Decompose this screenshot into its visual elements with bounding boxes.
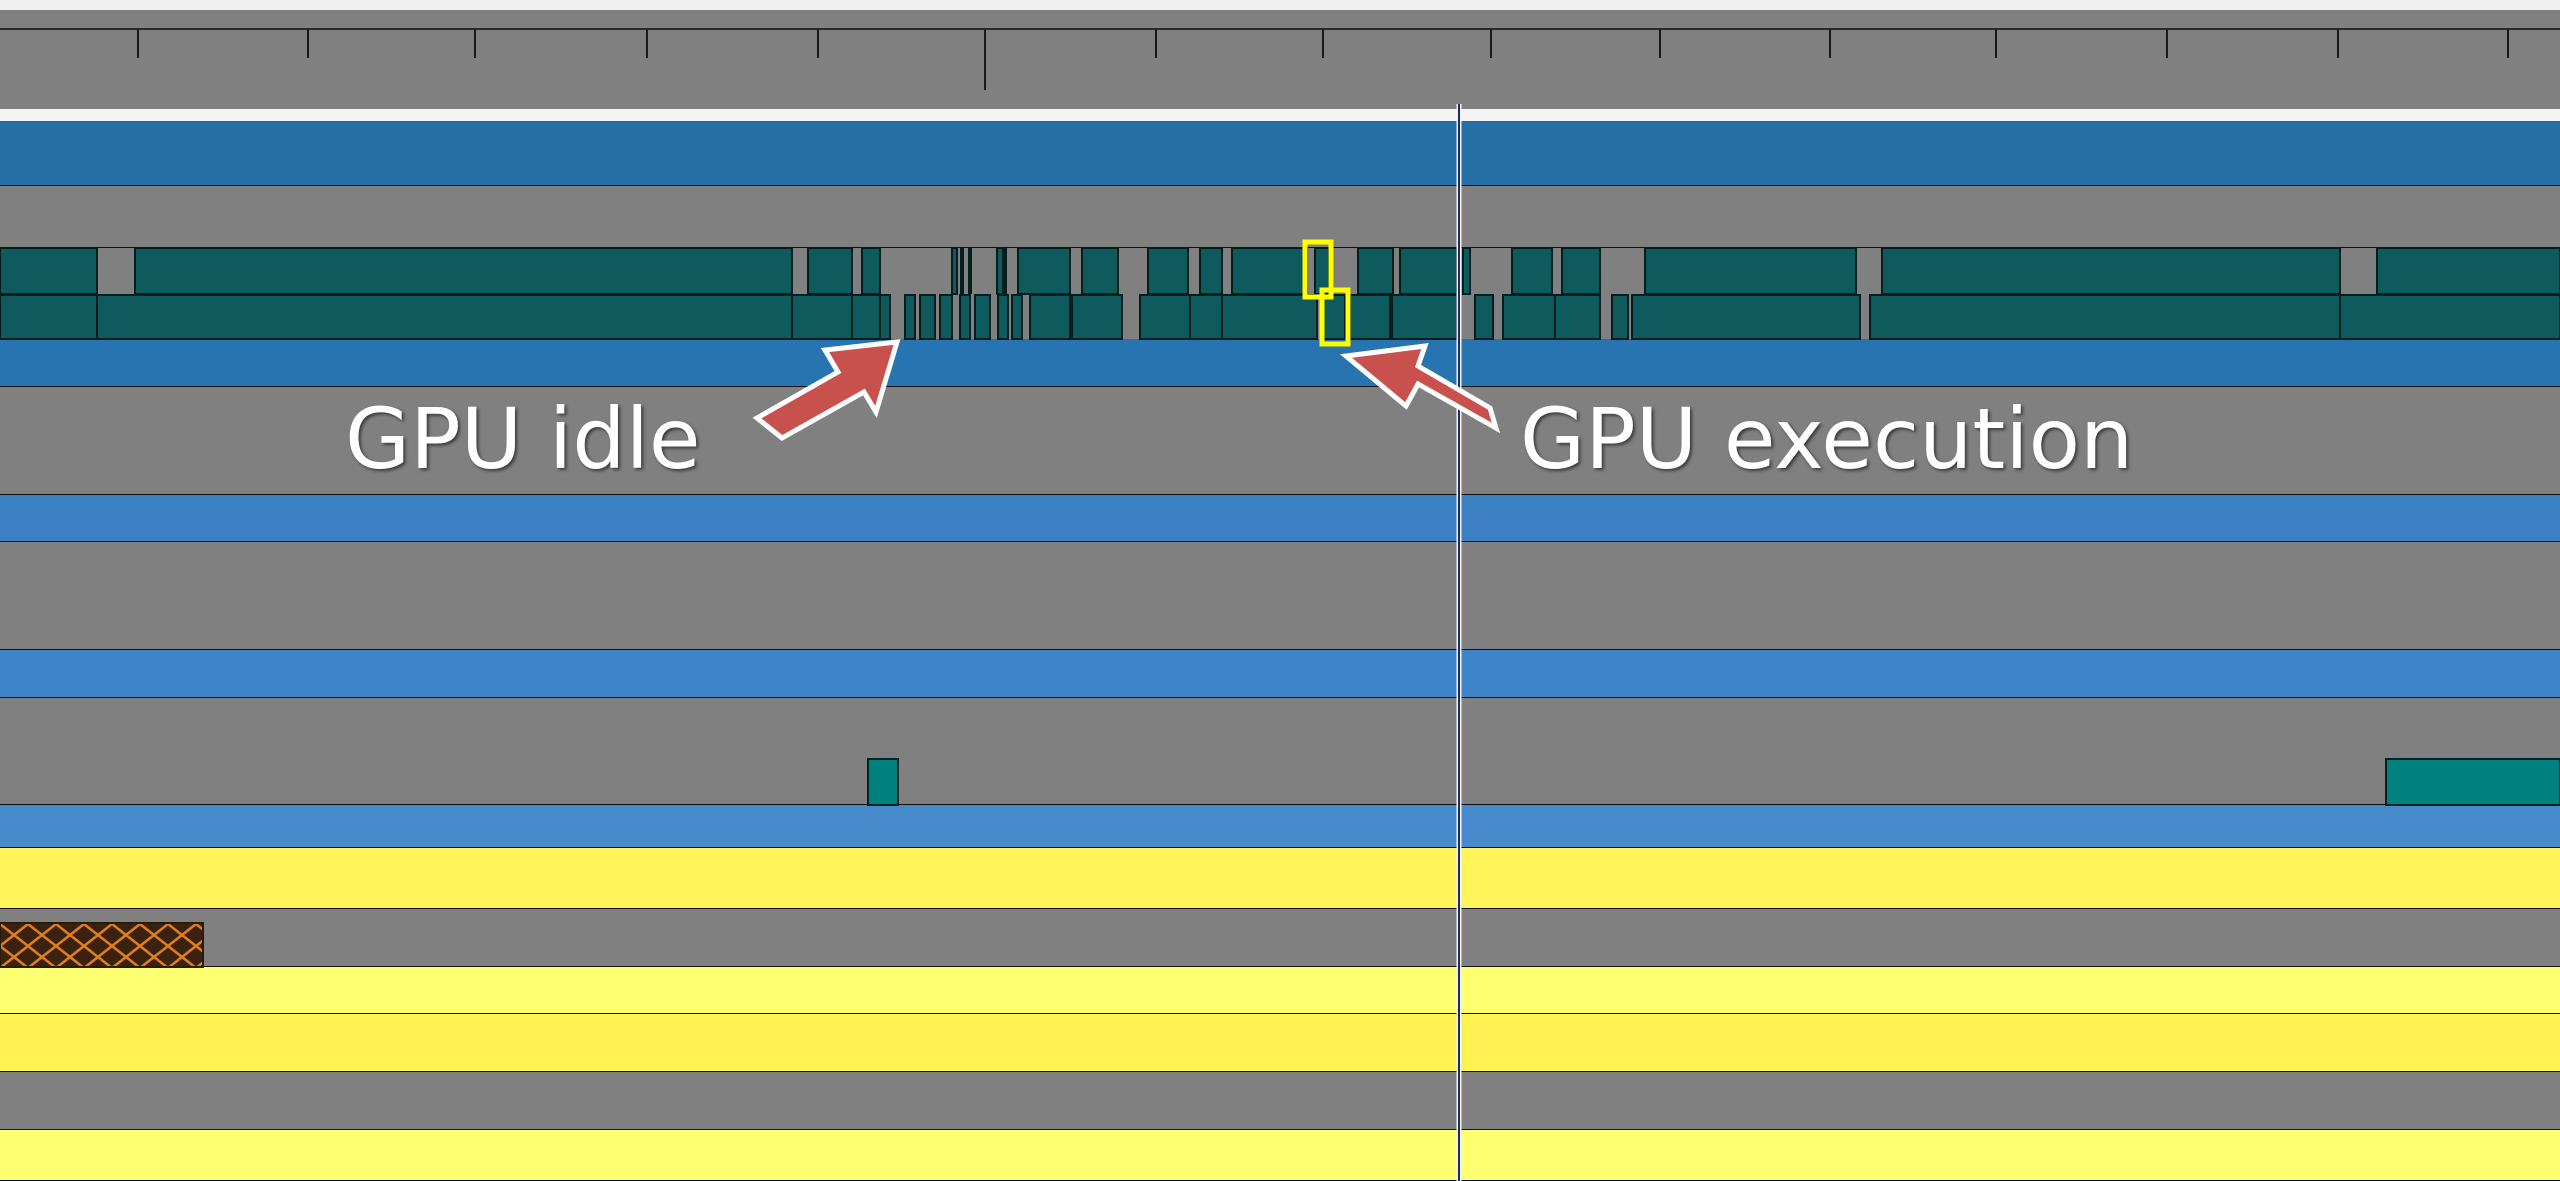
- device-context-lane[interactable]: [0, 339, 2560, 387]
- selected-packet-core: [1318, 255, 1322, 277]
- gpu-packet[interactable]: [1017, 247, 1071, 295]
- hatched-event[interactable]: [0, 922, 204, 968]
- gpu-packet[interactable]: [1554, 294, 1601, 340]
- gpu-packet[interactable]: [1011, 294, 1023, 340]
- thread-event[interactable]: [2385, 758, 2560, 806]
- gpu-packet[interactable]: [939, 294, 953, 340]
- gpu-packet[interactable]: [1199, 247, 1223, 295]
- gpu-packet-sliver: [1003, 248, 1007, 294]
- gpu-packet[interactable]: [1391, 294, 1458, 340]
- gpu-packet[interactable]: [1644, 247, 1857, 295]
- gpu-packet[interactable]: [1502, 294, 1556, 340]
- gpu-packet[interactable]: [1511, 247, 1553, 295]
- gpu-packet[interactable]: [1611, 294, 1629, 340]
- gpu-queue-lane[interactable]: [0, 121, 2560, 186]
- gpu-packet[interactable]: [861, 247, 881, 295]
- gpu-packet[interactable]: [1462, 247, 1471, 295]
- cpu-thread-lane[interactable]: [0, 1130, 2560, 1181]
- gpu-packet[interactable]: [0, 247, 98, 295]
- gpu-packet[interactable]: [919, 294, 936, 340]
- ruler-top-edge: [0, 0, 2560, 10]
- cpu-thread-lane[interactable]: [0, 967, 2560, 1014]
- gpu-packet[interactable]: [951, 247, 958, 295]
- gpu-packet[interactable]: [1881, 247, 2341, 295]
- gpu-packet[interactable]: [1631, 294, 1861, 340]
- gpu-idle-label: GPU idle: [345, 390, 701, 488]
- timeline-canvas[interactable]: [0, 0, 2560, 1181]
- gpu-packet[interactable]: [1399, 247, 1458, 295]
- gpu-packet[interactable]: [791, 294, 853, 340]
- gpu-packet[interactable]: [1349, 294, 1391, 340]
- gpu-packet[interactable]: [1314, 247, 1331, 295]
- gpu-execution-label: GPU execution: [1520, 390, 2134, 488]
- gap-row: [0, 186, 2560, 248]
- thread-lane[interactable]: [0, 805, 2560, 848]
- gpu-packet[interactable]: [974, 294, 991, 340]
- time-ruler[interactable]: [0, 10, 2560, 104]
- gpu-packet[interactable]: [1869, 294, 2341, 340]
- gpu-packet-sliver: [968, 248, 972, 294]
- cpu-thread-lane[interactable]: [0, 848, 2560, 909]
- process-lane[interactable]: [0, 495, 2560, 542]
- gpu-packet[interactable]: [2339, 294, 2560, 340]
- gpu-packet[interactable]: [1231, 247, 1308, 295]
- gpu-timeline-view: GPU idle GPU execution: [0, 0, 2560, 1181]
- gap-row: [0, 1072, 2560, 1130]
- gpu-packet[interactable]: [959, 294, 971, 340]
- gpu-packet[interactable]: [1071, 294, 1123, 340]
- gpu-packet[interactable]: [807, 247, 853, 295]
- gap-row: [0, 909, 2560, 967]
- gpu-packet[interactable]: [0, 294, 98, 340]
- ruler-gap: [0, 104, 2560, 109]
- ruler-bottom-edge: [0, 109, 2560, 121]
- gpu-packet[interactable]: [1189, 294, 1223, 340]
- gpu-packet[interactable]: [96, 294, 793, 340]
- gap-row: [0, 542, 2560, 650]
- gpu-packet[interactable]: [1474, 294, 1494, 340]
- gpu-packet-sliver: [960, 248, 964, 294]
- gpu-packet[interactable]: [904, 294, 916, 340]
- thread-lane[interactable]: [0, 650, 2560, 698]
- gpu-packet[interactable]: [1081, 247, 1119, 295]
- gpu-packet[interactable]: [1139, 294, 1191, 340]
- gpu-packet[interactable]: [1561, 247, 1601, 295]
- cpu-thread-lane[interactable]: [0, 1014, 2560, 1072]
- gpu-packet[interactable]: [1221, 294, 1318, 340]
- gpu-packet[interactable]: [996, 247, 1004, 295]
- thread-event[interactable]: [867, 758, 899, 806]
- gap-row: [0, 698, 2560, 805]
- gpu-packet[interactable]: [1357, 247, 1394, 295]
- gpu-packet[interactable]: [851, 294, 881, 340]
- gpu-packet[interactable]: [1147, 247, 1189, 295]
- gpu-packet[interactable]: [1029, 294, 1071, 340]
- gpu-packet[interactable]: [879, 294, 891, 340]
- gpu-packet[interactable]: [134, 247, 793, 295]
- gpu-packet[interactable]: [1321, 294, 1346, 340]
- gpu-packet[interactable]: [997, 294, 1009, 340]
- gpu-packet[interactable]: [2376, 247, 2560, 295]
